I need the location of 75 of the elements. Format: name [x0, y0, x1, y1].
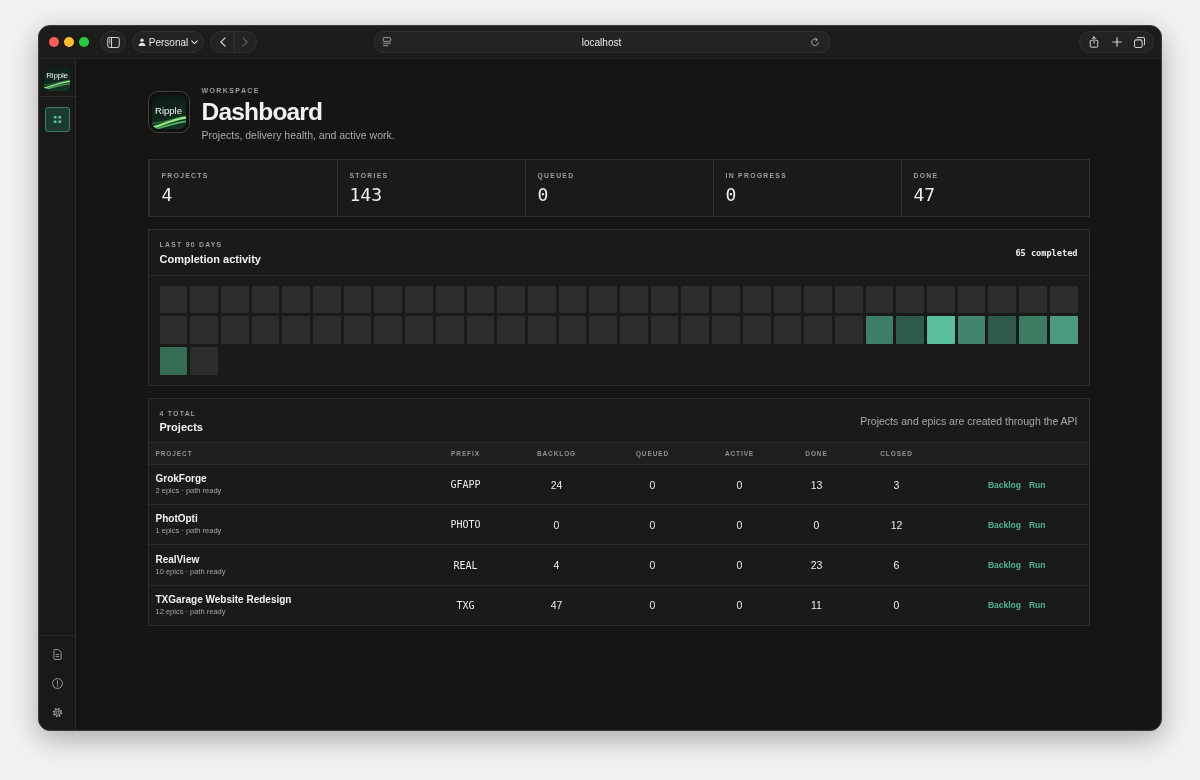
- panel-title: Projects: [159, 420, 203, 435]
- project-name: GrokForge: [155, 473, 207, 486]
- action-link[interactable]: Run: [1028, 560, 1046, 571]
- stat-value: 0: [537, 184, 549, 206]
- address-bar[interactable]: localhost: [373, 31, 830, 53]
- closed-count: 12: [890, 518, 903, 531]
- page-subtitle: Projects, delivery health, and active work.: [201, 128, 395, 142]
- action-link[interactable]: Run: [1028, 479, 1046, 490]
- minimize-icon[interactable]: [64, 37, 74, 47]
- person-icon: [137, 38, 146, 46]
- plus-icon: [1111, 37, 1122, 47]
- backlog-count: 24: [550, 478, 563, 491]
- info-note: Projects and epics are created through the API: [860, 415, 1078, 428]
- prefix-code: TXG: [456, 599, 475, 611]
- backlog-count: 4: [553, 559, 560, 572]
- done-count: 11: [811, 599, 822, 612]
- backlog-count: 0: [553, 518, 560, 531]
- closed-count: 6: [893, 559, 900, 572]
- active-count: 0: [736, 559, 743, 572]
- prefix-code: REAL: [453, 559, 478, 571]
- logo-text: Ripple: [46, 71, 68, 80]
- action-link[interactable]: Backlog: [987, 560, 1021, 571]
- queued-count: 0: [649, 559, 656, 572]
- done-count: 23: [810, 559, 823, 572]
- backlog-count: 47: [550, 599, 563, 612]
- chevron-down-icon: [191, 39, 199, 45]
- profile-button[interactable]: Personal: [132, 31, 204, 53]
- closed-count: 0: [893, 599, 900, 612]
- sidebar-toggle-button[interactable]: [100, 31, 126, 53]
- action-link[interactable]: Backlog: [987, 519, 1021, 530]
- prefix-code: PHOTO: [450, 519, 481, 531]
- active-count: 0: [736, 599, 743, 612]
- project-name: PhotOpti: [155, 513, 198, 526]
- settings-icon: [51, 706, 63, 718]
- done-count: 13: [810, 478, 823, 491]
- reload-icon: [809, 37, 820, 47]
- docs-button[interactable]: [50, 647, 64, 661]
- wave-icon: [151, 116, 186, 129]
- action-link[interactable]: Run: [1028, 519, 1046, 530]
- active-count: 0: [736, 518, 743, 531]
- project-name: TXGarage Website Redesign: [155, 593, 292, 606]
- chevron-left-icon: [219, 37, 226, 47]
- page-icon: [381, 37, 392, 47]
- chevron-right-icon: [242, 37, 248, 47]
- logo-text: Ripple: [155, 105, 182, 116]
- project-name: RealView: [155, 553, 200, 566]
- grid-icon: [52, 115, 62, 124]
- sidebar-icon: [106, 36, 120, 48]
- queued-count: 0: [649, 599, 656, 612]
- action-link[interactable]: Backlog: [987, 600, 1021, 611]
- active-count: 0: [736, 478, 743, 491]
- action-link[interactable]: Run: [1028, 600, 1046, 611]
- stat-value: 0: [725, 184, 737, 206]
- queued-count: 0: [649, 518, 656, 531]
- stat-value: 47: [913, 184, 936, 206]
- panel-title: Completion activity: [159, 251, 261, 266]
- closed-count: 3: [893, 478, 900, 491]
- info-icon: [51, 677, 63, 689]
- completed-count: 65 completed: [1015, 247, 1078, 258]
- tabs-icon: [1134, 36, 1145, 48]
- info-button[interactable]: [50, 676, 64, 690]
- action-link[interactable]: Backlog: [987, 479, 1021, 490]
- page-title: Dashboard: [201, 98, 324, 126]
- dashboard-nav-button[interactable]: [44, 107, 70, 132]
- close-icon[interactable]: [49, 37, 59, 47]
- document-icon: [52, 648, 62, 660]
- settings-button[interactable]: [50, 705, 64, 719]
- queued-count: 0: [649, 478, 656, 491]
- maximize-icon[interactable]: [79, 37, 89, 47]
- stat-value: 4: [161, 184, 173, 206]
- prefix-code: GFAPP: [450, 479, 481, 491]
- stat-value: 143: [349, 184, 382, 206]
- share-icon: [1088, 36, 1099, 48]
- done-count: 0: [813, 518, 820, 531]
- wave-icon: [44, 80, 70, 89]
